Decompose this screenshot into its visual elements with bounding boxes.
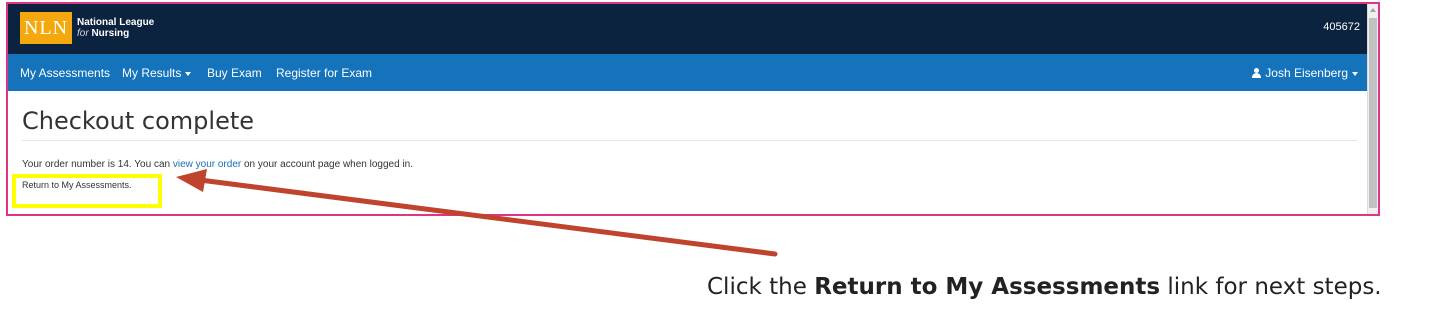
instruction-caption: Click the Return to My Assessments link … [707,274,1382,300]
instruction-text-bold: Return to My Assessments [814,274,1161,300]
instruction-text-after: link for next steps. [1160,274,1382,300]
callout-arrow-head [176,169,207,192]
callout-arrow [176,169,778,257]
callout-arrow-shaft [197,177,778,257]
instruction-text-before: Click the [707,274,815,300]
